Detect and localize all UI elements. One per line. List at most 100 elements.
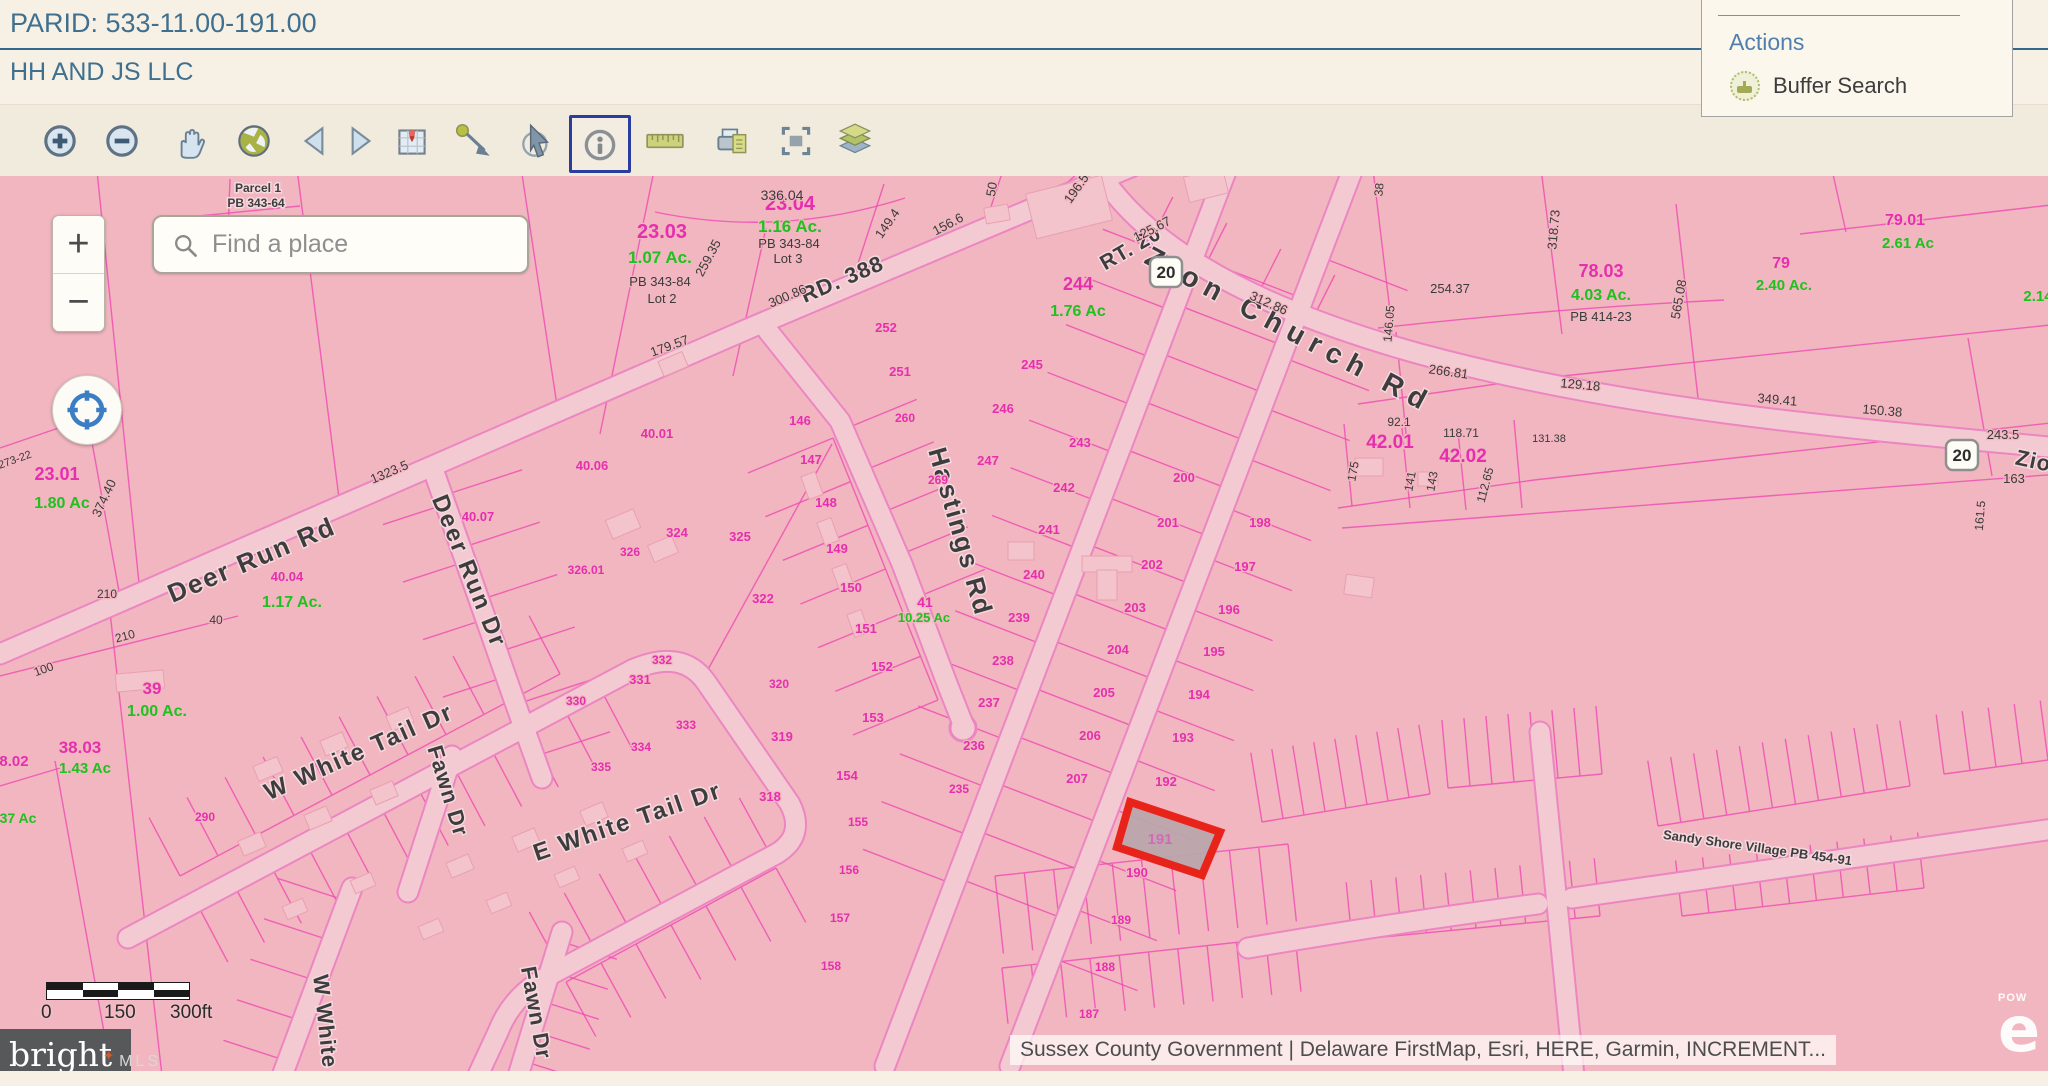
map-label-parcel: 152: [871, 659, 893, 674]
map-label-parcel: 156: [839, 863, 859, 877]
map-label-parcel: 193: [1172, 730, 1194, 745]
world-overview-tool[interactable]: [232, 119, 276, 163]
map-label-parcel: 245: [1021, 357, 1043, 372]
map-label-dim: 38: [1371, 182, 1386, 197]
layers-icon: [834, 120, 876, 162]
map-zoom-in-button[interactable]: +: [53, 216, 104, 273]
map-label-parcel: 40.01: [641, 426, 674, 441]
map-label-dim: 210: [97, 587, 117, 601]
map-label-parcel: 332: [652, 653, 672, 667]
map-label-dim: 92.1: [1387, 415, 1411, 429]
search-icon: [170, 230, 200, 260]
zoom-out-tool[interactable]: [100, 119, 144, 163]
crosshair-icon: [64, 387, 110, 433]
map-label-acre: 1.00 Ac.: [127, 703, 187, 720]
map-canvas[interactable]: 191 Deer Run RdDeer Run DrRD. 388Hasting…: [0, 176, 2048, 1071]
route-shield-number: 20: [1953, 446, 1972, 465]
map-label-dim: 141: [1401, 470, 1418, 492]
parid-title: PARID: 533-11.00-191.00: [10, 8, 317, 39]
map-label-acre: 1.43 Ac: [59, 760, 111, 777]
map-label-acre: 1.07 Ac.: [628, 248, 692, 267]
scale-tick-0: 0: [41, 1002, 52, 1024]
map-label-parcel: 187: [1079, 1007, 1099, 1021]
esri-logo: POW e: [1998, 992, 2048, 1057]
map-label-dim: 149.4: [872, 206, 903, 241]
map-label-parcel: 198: [1249, 515, 1271, 530]
owner-name: HH AND JS LLC: [10, 58, 193, 87]
full-extent-tool[interactable]: [774, 119, 818, 163]
map-label-dim: 161.5: [1972, 500, 1989, 531]
map-label-parcel: 331: [629, 672, 651, 687]
map-label-dim: 143: [1423, 470, 1440, 492]
buffer-search-label: Buffer Search: [1773, 73, 1907, 99]
print-tool[interactable]: [710, 119, 754, 163]
search-input[interactable]: [210, 229, 536, 260]
map-label-parcel: 190: [1126, 865, 1148, 880]
map-label-parcel: 238: [992, 653, 1014, 668]
brand-suffix: MLS: [119, 1053, 161, 1071]
map-label-acre: 10.25 Ac: [898, 610, 950, 625]
map-label-road: Parcel 1: [235, 181, 281, 195]
actions-panel: Actions Buffer Search: [1701, 0, 2013, 117]
map-label-parcel: 318: [759, 789, 781, 804]
map-label-parcel: 194: [1188, 687, 1210, 702]
map-label-dim: 243.5: [1987, 427, 2020, 442]
map-label-acre: 37 Ac: [0, 810, 37, 826]
printer-icon: [711, 120, 753, 162]
map-label-parcel: 188: [1095, 960, 1115, 974]
layers-tool[interactable]: [833, 119, 877, 163]
pan-tool[interactable]: [168, 119, 212, 163]
map-label-parcel: 157: [830, 911, 850, 925]
select-by-point-tool[interactable]: [452, 119, 496, 163]
map-label-parcel: 192: [1155, 774, 1177, 789]
scale-tick-150: 150: [104, 1002, 136, 1024]
map-label-dim: 150.38: [1862, 401, 1903, 419]
map-label-parcel: 201: [1157, 515, 1179, 530]
map-label-dim: 175: [1344, 460, 1361, 482]
bookmark-map-tool[interactable]: [390, 119, 434, 163]
next-extent-tool[interactable]: [338, 119, 382, 163]
buffer-search-item[interactable]: Buffer Search: [1730, 71, 1907, 101]
info-icon: [579, 123, 621, 165]
map-label-parcel: 244: [1063, 274, 1093, 294]
map-label-parcel: 326: [620, 545, 640, 559]
buffer-search-icon: [1730, 71, 1760, 101]
map-label-parcel: 149: [826, 541, 848, 556]
actions-divider: [1718, 15, 1960, 16]
map-label-dim: 112.65: [1474, 466, 1497, 505]
map-label-parcel: 330: [566, 694, 586, 708]
ruler-icon: [644, 120, 686, 162]
map-label-parcel: 241: [1038, 522, 1060, 537]
route-shield-number: 20: [1157, 263, 1176, 282]
zoom-in-tool[interactable]: [38, 119, 82, 163]
map-label-dim: 565.08: [1668, 278, 1690, 320]
map-label-dim: PB 414-23: [1570, 309, 1631, 324]
map-label-parcel: 237: [978, 695, 1000, 710]
map-pin-icon: [391, 120, 433, 162]
brand-star-icon: ✦: [103, 1031, 114, 1071]
map-label-acre: 1.17 Ac.: [262, 594, 322, 611]
map-label-parcel: 251: [889, 364, 911, 379]
map-zoom-out-button[interactable]: −: [53, 273, 104, 331]
map-label-parcel: 23.01: [34, 464, 79, 484]
map-label-parcel: 269: [928, 473, 948, 487]
forward-arrow-icon: [339, 120, 381, 162]
info-tool[interactable]: [569, 115, 631, 173]
map-label-acre: 2.14: [2023, 288, 2048, 305]
find-place-search[interactable]: [152, 215, 529, 274]
map-label-parcel: 79.01: [1885, 212, 1925, 229]
measure-tool[interactable]: [643, 119, 687, 163]
map-label-parcel: 325: [729, 529, 751, 544]
gps-locate-button[interactable]: [52, 375, 122, 445]
map-label-parcel: 40.07: [462, 509, 495, 524]
map-label-parcel: 206: [1079, 728, 1101, 743]
map-attribution: Sussex County Government | Delaware Firs…: [1010, 1035, 1836, 1065]
map-label-parcel: 236: [963, 738, 985, 753]
identify-pointer-tool[interactable]: [516, 119, 560, 163]
globe-icon: [233, 120, 275, 162]
map-label-dim: Lot 2: [648, 291, 677, 306]
map-label-dim: PB 343-84: [758, 236, 819, 251]
previous-extent-tool[interactable]: [293, 119, 337, 163]
zoom-in-icon: [39, 120, 81, 162]
map-label-acre: 1.80 Ac: [34, 495, 90, 512]
